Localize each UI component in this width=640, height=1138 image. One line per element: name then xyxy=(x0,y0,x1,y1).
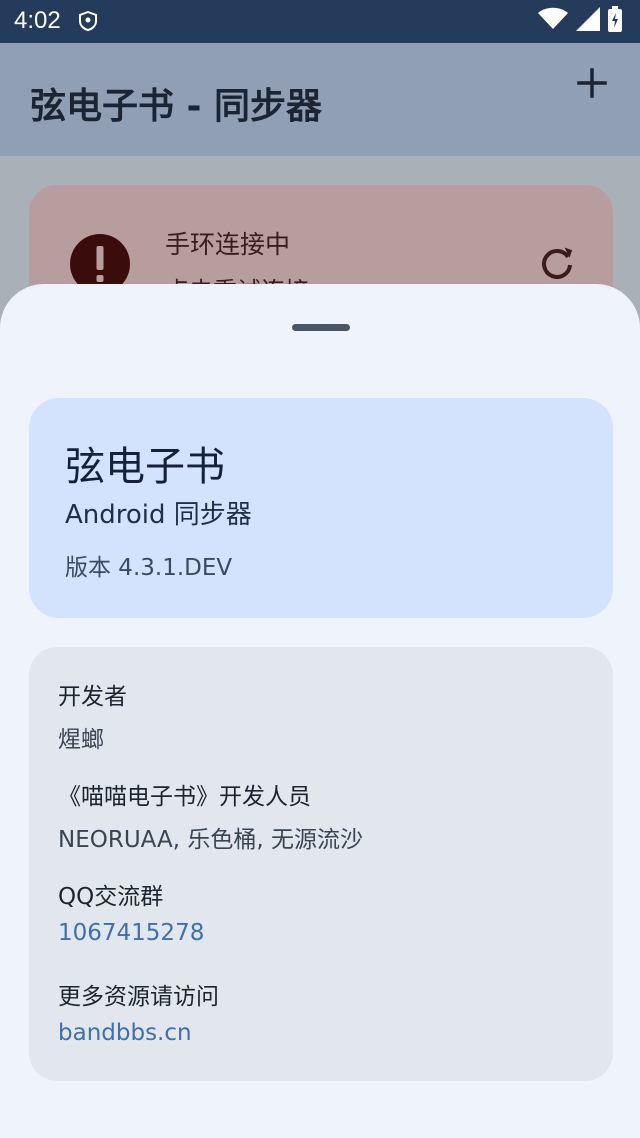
status-bar: 4:02 xyxy=(0,0,640,43)
battery-icon xyxy=(608,6,622,36)
add-button[interactable] xyxy=(572,63,612,103)
more-resources-label: 更多资源请访问 xyxy=(58,984,219,1010)
developer-label: 开发者 xyxy=(58,684,127,710)
website-link[interactable]: bandbbs.cn xyxy=(58,1020,192,1046)
about-bottom-sheet: 弦电子书 Android 同步器 版本 4.3.1.DEV 开发者 煋螂 《喵喵… xyxy=(0,284,640,1138)
shield-icon xyxy=(78,10,98,32)
app-version: 版本 4.3.1.DEV xyxy=(65,555,233,581)
status-time: 4:02 xyxy=(14,7,61,34)
credits-card: 开发者 煋螂 《喵喵电子书》开发人员 NEORUAA, 乐色桶, 无源流沙 QQ… xyxy=(29,647,613,1081)
band-status-title: 手环连接中 xyxy=(165,230,291,259)
miaomiao-developers-label: 《喵喵电子书》开发人员 xyxy=(58,784,311,810)
wifi-icon xyxy=(538,7,568,35)
app-bar: 弦电子书 - 同步器 xyxy=(0,43,640,156)
refresh-icon[interactable] xyxy=(537,243,577,283)
app-info-card: 弦电子书 Android 同步器 版本 4.3.1.DEV xyxy=(29,398,613,618)
app-name: 弦电子书 xyxy=(65,444,225,490)
developer-value: 煋螂 xyxy=(58,727,104,753)
page-title: 弦电子书 - 同步器 xyxy=(30,86,323,127)
app-subtitle: Android 同步器 xyxy=(65,500,252,530)
cellular-signal-icon xyxy=(576,7,600,35)
qq-group-link[interactable]: 1067415278 xyxy=(58,920,204,946)
miaomiao-developers-value: NEORUAA, 乐色桶, 无源流沙 xyxy=(58,827,364,853)
qq-group-label: QQ交流群 xyxy=(58,884,164,910)
drag-handle[interactable] xyxy=(292,324,350,331)
